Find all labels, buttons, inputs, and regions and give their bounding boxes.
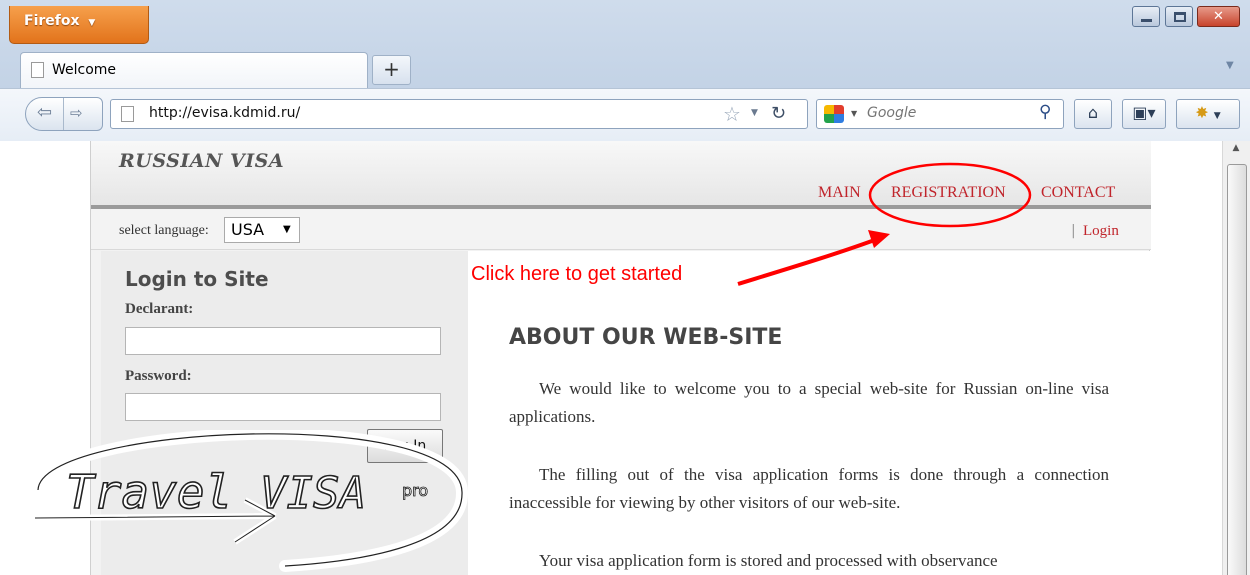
bookmarks-icon: ▣▾ <box>1132 103 1156 122</box>
language-select[interactable]: USA ▼ <box>224 217 300 243</box>
about-title: ABOUT OUR WEB-SITE <box>509 325 783 350</box>
close-icon: ✕ <box>1213 9 1224 24</box>
url-text[interactable]: http://evisa.kdmid.ru/ <box>149 105 300 121</box>
login-separator: | <box>1071 223 1076 239</box>
navigation-toolbar: ⇦ ⇨ http://evisa.kdmid.ru/ ☆ ▼ ↻ ▼ ⚲ ⌂ ▣… <box>0 88 1250 141</box>
about-paragraph: The filling out of the visa application … <box>509 465 1109 512</box>
login-title: Login to Site <box>125 267 269 291</box>
language-label: select language: <box>119 223 209 238</box>
google-icon[interactable] <box>824 105 844 123</box>
travel-visa-pro-watermark: Travel VISA pro <box>32 430 469 572</box>
annotation-text: Click here to get started <box>471 263 683 285</box>
reload-icon[interactable]: ↻ <box>771 103 786 124</box>
watermark-word-travel: Travel <box>66 465 232 519</box>
page-icon <box>31 62 44 78</box>
page-icon <box>121 106 134 122</box>
site-logo[interactable]: RUSSIAN VISA <box>119 150 284 172</box>
declarant-field[interactable] <box>125 327 441 355</box>
bookmarks-button[interactable]: ▣▾ <box>1122 99 1166 129</box>
back-arrow-icon: ⇦ <box>36 102 53 123</box>
browser-chrome: Firefox ▼ ✕ Welcome + ▼ ⇦ ⇨ http://evisa… <box>0 0 1250 141</box>
search-input[interactable] <box>867 105 1017 121</box>
forward-arrow-icon: ⇨ <box>70 104 83 122</box>
watermark-word-visa: VISA <box>260 468 366 519</box>
search-bar[interactable]: ▼ ⚲ <box>816 99 1064 129</box>
history-dropdown-icon[interactable]: ▼ <box>751 108 758 118</box>
address-bar[interactable]: http://evisa.kdmid.ru/ ☆ ▼ ↻ <box>110 99 808 129</box>
close-window-button[interactable]: ✕ <box>1197 6 1240 27</box>
maximize-button[interactable] <box>1165 6 1193 27</box>
home-button[interactable]: ⌂ <box>1074 99 1112 129</box>
addon-button[interactable]: ✸ ▼ <box>1176 99 1240 129</box>
chevron-down-icon: ▼ <box>283 224 291 235</box>
chevron-down-icon: ▼ <box>1213 111 1221 121</box>
back-button[interactable]: ⇦ <box>26 98 64 130</box>
about-section: ABOUT OUR WEB-SITE We would like to welc… <box>468 251 1151 575</box>
vertical-scrollbar[interactable]: ▲ <box>1222 141 1250 575</box>
search-engine-dropdown-icon[interactable]: ▼ <box>851 109 857 118</box>
maximize-icon <box>1174 12 1186 22</box>
about-paragraph: We would like to welcome you to a specia… <box>509 379 1109 426</box>
language-bar: select language: USA ▼ | Login <box>91 209 1151 250</box>
password-field[interactable] <box>125 393 441 421</box>
nav-registration[interactable]: REGISTRATION <box>891 184 1006 202</box>
search-icon[interactable]: ⚲ <box>1039 102 1051 122</box>
site-header: RUSSIAN VISA MAIN REGISTRATION CONTACT <box>91 141 1151 205</box>
addon-icon: ✸ <box>1195 103 1209 122</box>
password-label: Password: <box>125 368 192 384</box>
tab-welcome[interactable]: Welcome <box>20 52 368 88</box>
scroll-thumb[interactable] <box>1227 164 1247 575</box>
login-link[interactable]: Login <box>1083 223 1119 240</box>
back-forward-group: ⇦ ⇨ <box>25 97 103 131</box>
tab-list-icon[interactable]: ▼ <box>1226 60 1234 71</box>
home-icon: ⌂ <box>1087 103 1099 122</box>
tab-title: Welcome <box>52 62 117 78</box>
scroll-up-icon[interactable]: ▲ <box>1223 143 1249 153</box>
new-tab-button[interactable]: + <box>372 55 411 85</box>
about-paragraph: Your visa application form is stored and… <box>539 551 998 570</box>
minimize-button[interactable] <box>1132 6 1160 27</box>
nav-contact[interactable]: CONTACT <box>1041 184 1115 202</box>
chevron-down-icon: ▼ <box>88 18 96 28</box>
language-selected-value: USA <box>231 220 265 239</box>
bookmark-star-icon[interactable]: ☆ <box>723 102 741 126</box>
watermark-word-pro: pro <box>402 481 428 500</box>
minimize-icon <box>1141 19 1152 22</box>
nav-main[interactable]: MAIN <box>818 184 861 202</box>
firefox-menu-label: Firefox <box>24 13 80 29</box>
firefox-menu-button[interactable]: Firefox ▼ <box>9 6 149 44</box>
forward-button[interactable]: ⇨ <box>70 98 100 130</box>
declarant-label: Declarant: <box>125 301 194 317</box>
